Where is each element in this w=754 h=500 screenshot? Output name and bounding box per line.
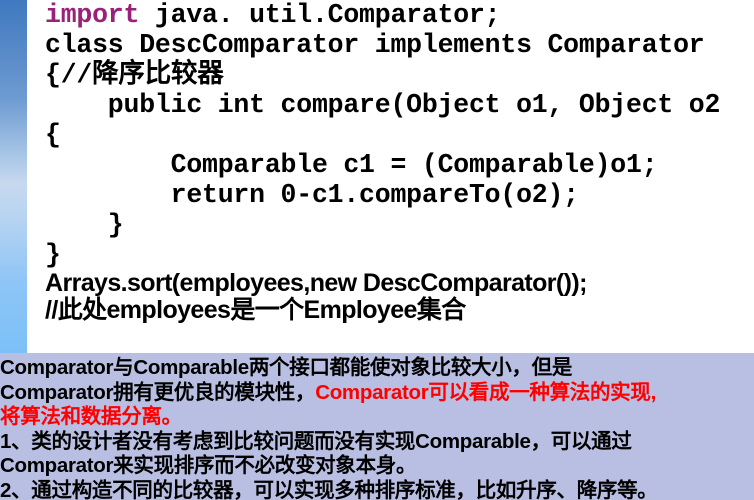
note-line: Comparator拥有更优良的模块性，Comparator可以看成一种算法的实…	[0, 381, 754, 406]
code-text: }	[45, 210, 124, 240]
note-text-segment: Comparator来实现排序而不必改变对象本身。	[0, 454, 417, 477]
note-text-segment: 将算法和数据分离。	[0, 405, 182, 428]
note-line: 2、通过构造不同的比较器，可以实现多种排序标准，比如升序、降序等。	[0, 479, 754, 500]
code-line-sans: //此处employees是一个Employee集合	[45, 296, 466, 324]
code-line: Comparable c1 = (Comparable)o1;	[45, 150, 754, 180]
note-text-segment: Comparator拥有更优良的模块性，	[0, 380, 316, 404]
decorative-gradient-sidebar	[0, 0, 27, 353]
code-line: {	[45, 120, 754, 150]
code-text: java. util.Comparator;	[139, 0, 501, 30]
code-line: {//降序比较器	[45, 60, 754, 90]
code-text: return 0-c1.compareTo(o2);	[45, 180, 579, 210]
code-block-region: import java. util.Comparator; class DescC…	[27, 0, 754, 353]
note-text-segment: Comparator与Comparable两个接口都能使对象比较大小，但是	[0, 356, 573, 379]
note-line: 1、类的设计者没有考虑到比较问题而没有实现Comparable，可以通过	[0, 430, 754, 455]
code-line: return 0-c1.compareTo(o2);	[45, 180, 754, 210]
code-line: class DescComparator implements Comparat…	[45, 30, 754, 60]
code-line: }	[45, 240, 754, 270]
slide-canvas: import java. util.Comparator; class DescC…	[0, 0, 754, 500]
note-line: Comparator来实现排序而不必改变对象本身。	[0, 454, 754, 479]
note-line: 将算法和数据分离。	[0, 405, 754, 430]
code-text: class DescComparator implements Comparat…	[45, 30, 705, 60]
code-text: }	[45, 240, 61, 270]
note-text-segment: Comparator可以看成一种算法的实现,	[315, 380, 656, 404]
code-line: import java. util.Comparator;	[45, 0, 754, 30]
code-line-sans: Arrays.sort(employees,new DescComparator…	[45, 269, 587, 297]
code-lines-container: import java. util.Comparator; class DescC…	[45, 0, 754, 324]
code-keyword: import	[45, 0, 140, 30]
note-text-segment: 1、类的设计者没有考虑到比较问题而没有实现Comparable，可以通过	[0, 429, 632, 453]
code-text: {//降序比较器	[45, 60, 224, 90]
notes-panel-region: Comparator与Comparable两个接口都能使对象比较大小，但是 Com…	[0, 353, 754, 500]
code-text: {	[45, 120, 61, 150]
code-line: }	[45, 210, 754, 240]
note-lines-container: Comparator与Comparable两个接口都能使对象比较大小，但是 Com…	[0, 356, 754, 500]
code-line: public int compare(Object o1, Object o2	[45, 90, 754, 120]
code-text: public int compare(Object o1, Object o2	[45, 90, 721, 120]
code-text: Comparable c1 = (Comparable)o1;	[45, 150, 658, 180]
note-line: Comparator与Comparable两个接口都能使对象比较大小，但是	[0, 356, 754, 381]
note-text-segment: 2、通过构造不同的比较器，可以实现多种排序标准，比如升序、降序等。	[0, 478, 658, 500]
